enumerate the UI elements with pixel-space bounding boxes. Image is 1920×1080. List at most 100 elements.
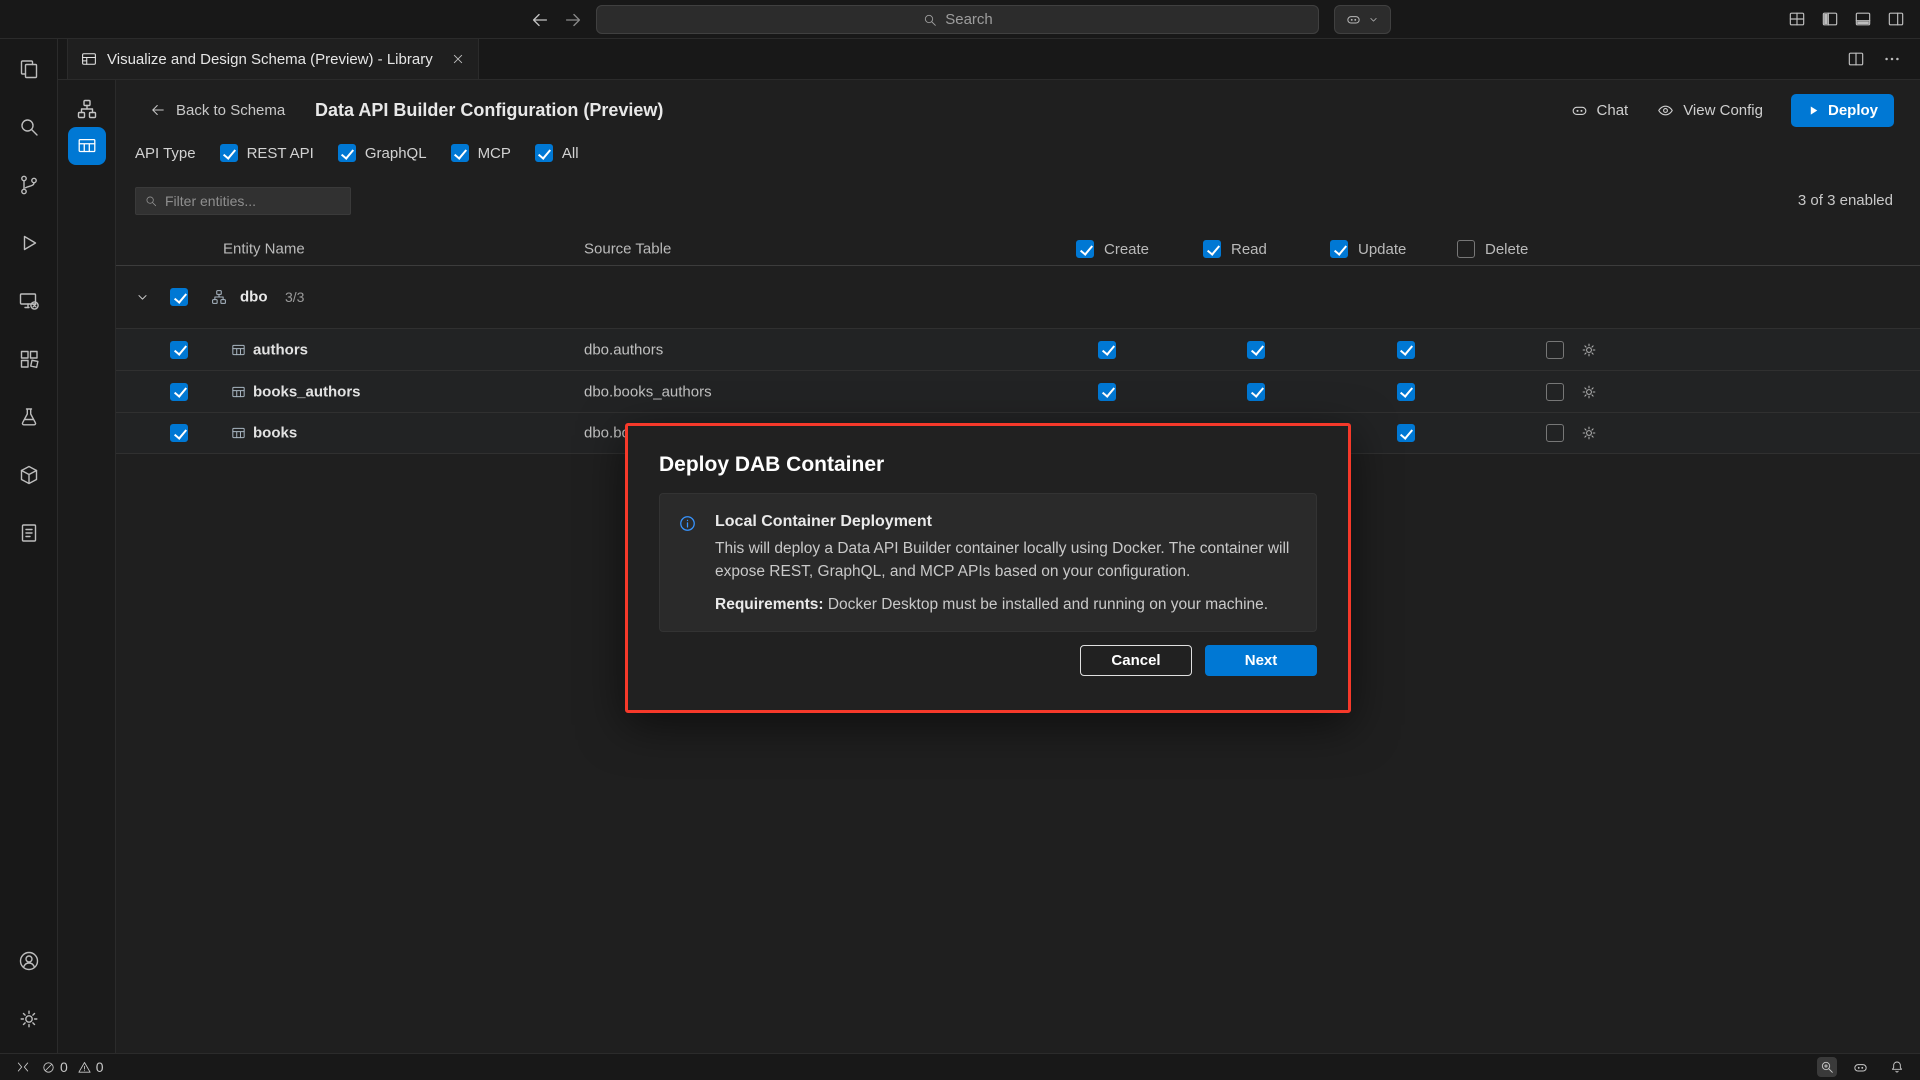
- row-select-checkbox[interactable]: [170, 424, 188, 442]
- delete-checkbox[interactable]: [1546, 424, 1564, 442]
- cancel-button[interactable]: Cancel: [1080, 645, 1192, 676]
- search-icon: [922, 12, 938, 28]
- api-type-label: API Type: [135, 145, 196, 162]
- column-entity-name: Entity Name: [223, 241, 305, 258]
- column-create: Create: [1104, 241, 1149, 258]
- row-settings-gear-icon[interactable]: [1580, 383, 1598, 401]
- chat-button[interactable]: Chat: [1570, 101, 1629, 120]
- activity-bar: [0, 39, 58, 1053]
- source-control-icon[interactable]: [5, 161, 53, 209]
- problems-indicator[interactable]: 0 0: [36, 1054, 109, 1080]
- accounts-icon[interactable]: [5, 937, 53, 985]
- testing-beaker-icon[interactable]: [5, 393, 53, 441]
- package-cube-icon[interactable]: [5, 451, 53, 499]
- extensions-icon[interactable]: [5, 335, 53, 383]
- delete-all-checkbox[interactable]: [1457, 240, 1475, 258]
- row-select-checkbox[interactable]: [170, 341, 188, 359]
- deploy-label: Deploy: [1828, 102, 1878, 119]
- customize-layout-icon[interactable]: [1787, 9, 1807, 29]
- update-all-checkbox[interactable]: [1330, 240, 1348, 258]
- schema-hierarchy-icon[interactable]: [75, 97, 99, 121]
- entity-table-header: Entity Name Source Table Create Read Upd…: [116, 233, 1920, 266]
- tab-close-icon[interactable]: [450, 51, 466, 67]
- zoom-status-icon[interactable]: [1817, 1057, 1837, 1077]
- source-table: dbo.authors: [584, 341, 663, 358]
- api-option-rest[interactable]: REST API: [220, 144, 314, 162]
- api-option-graphql[interactable]: GraphQL: [338, 144, 427, 162]
- view-config-button[interactable]: View Config: [1656, 101, 1763, 120]
- graphql-checkbox[interactable]: [338, 144, 356, 162]
- row-settings-gear-icon[interactable]: [1580, 341, 1598, 359]
- api-option-all[interactable]: All: [535, 144, 579, 162]
- graphql-label: GraphQL: [365, 145, 427, 162]
- errors-icon: [41, 1060, 56, 1075]
- copilot-chat-icon: [1570, 101, 1589, 120]
- group-count: 3/3: [285, 289, 304, 305]
- local-deployment-info-panel: Local Container Deployment This will dep…: [659, 493, 1317, 632]
- row-select-checkbox[interactable]: [170, 383, 188, 401]
- remote-explorer-icon[interactable]: [5, 277, 53, 325]
- filter-entities-input[interactable]: [135, 187, 351, 215]
- delete-checkbox[interactable]: [1546, 341, 1564, 359]
- remote-indicator[interactable]: [10, 1054, 36, 1080]
- next-button[interactable]: Next: [1205, 645, 1317, 676]
- notifications-bell-icon[interactable]: [1884, 1059, 1910, 1075]
- split-editor-icon[interactable]: [1846, 49, 1866, 69]
- read-all-checkbox[interactable]: [1203, 240, 1221, 258]
- command-center-search[interactable]: Search: [596, 5, 1319, 34]
- group-select-checkbox[interactable]: [170, 288, 188, 306]
- create-all-checkbox[interactable]: [1076, 240, 1094, 258]
- explorer-copy-icon[interactable]: [5, 45, 53, 93]
- navigate-forward-icon[interactable]: [562, 9, 584, 31]
- toggle-primary-sidebar-icon[interactable]: [1820, 9, 1840, 29]
- read-checkbox[interactable]: [1247, 383, 1265, 401]
- dab-config-tool-selected[interactable]: [68, 127, 106, 165]
- rest-api-label: REST API: [247, 145, 314, 162]
- run-debug-icon[interactable]: [5, 219, 53, 267]
- api-option-mcp[interactable]: MCP: [451, 144, 511, 162]
- copilot-status-icon[interactable]: [1847, 1059, 1874, 1076]
- info-body: This will deploy a Data API Builder cont…: [715, 538, 1294, 584]
- column-delete: Delete: [1485, 241, 1528, 258]
- update-checkbox[interactable]: [1397, 383, 1415, 401]
- title-bar: Search: [0, 0, 1920, 39]
- notebook-report-icon[interactable]: [5, 509, 53, 557]
- filter-search-icon: [144, 194, 158, 208]
- column-read: Read: [1231, 241, 1267, 258]
- navigate-back-icon[interactable]: [529, 9, 551, 31]
- source-table: dbo.books_authors: [584, 383, 712, 400]
- warnings-icon: [77, 1060, 92, 1075]
- table-row-authors: authors dbo.authors: [116, 328, 1920, 370]
- update-checkbox[interactable]: [1397, 341, 1415, 359]
- create-checkbox[interactable]: [1098, 341, 1116, 359]
- chevron-down-icon: [1367, 13, 1380, 26]
- copilot-menu-button[interactable]: [1334, 5, 1391, 34]
- schema-icon: [210, 288, 228, 306]
- dialog-title: Deploy DAB Container: [659, 453, 884, 477]
- all-checkbox[interactable]: [535, 144, 553, 162]
- column-source-table: Source Table: [584, 241, 671, 258]
- deploy-dab-container-dialog: Deploy DAB Container Local Container Dep…: [625, 423, 1351, 713]
- toggle-panel-icon[interactable]: [1853, 9, 1873, 29]
- rest-api-checkbox[interactable]: [220, 144, 238, 162]
- mcp-checkbox[interactable]: [451, 144, 469, 162]
- read-checkbox[interactable]: [1247, 341, 1265, 359]
- filter-entities-field[interactable]: [165, 193, 342, 209]
- back-to-schema-button[interactable]: Back to Schema: [149, 90, 285, 130]
- tab-visualize-design-schema[interactable]: Visualize and Design Schema (Preview) - …: [67, 39, 479, 79]
- settings-gear-icon[interactable]: [5, 995, 53, 1043]
- row-settings-gear-icon[interactable]: [1580, 424, 1598, 442]
- more-actions-icon[interactable]: [1882, 49, 1902, 69]
- column-update: Update: [1358, 241, 1406, 258]
- search-view-icon[interactable]: [5, 103, 53, 151]
- arrow-left-icon: [149, 101, 167, 119]
- toggle-secondary-sidebar-icon[interactable]: [1886, 9, 1906, 29]
- group-collapse-chevron-icon[interactable]: [134, 289, 151, 306]
- table-row-books-authors: books_authors dbo.books_authors: [116, 370, 1920, 412]
- deploy-button[interactable]: Deploy: [1791, 94, 1894, 127]
- table-icon: [230, 383, 247, 400]
- update-checkbox[interactable]: [1397, 424, 1415, 442]
- create-checkbox[interactable]: [1098, 383, 1116, 401]
- delete-checkbox[interactable]: [1546, 383, 1564, 401]
- eye-icon: [1656, 101, 1675, 120]
